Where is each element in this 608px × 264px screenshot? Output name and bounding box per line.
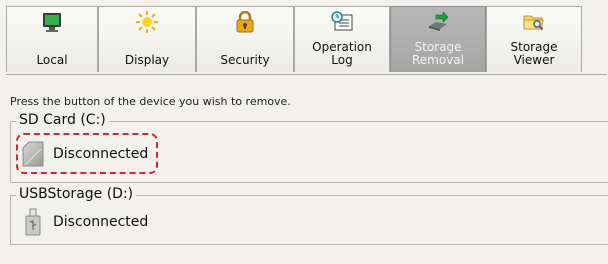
tab-storage-removal[interactable]: Storage Removal (390, 6, 486, 72)
usb-storage-status: Disconnected (53, 214, 149, 230)
tab-local-label: Local (36, 53, 68, 67)
tab-operation-log[interactable]: Operation Log (294, 6, 390, 72)
instruction-text: Press the button of the device you wish … (10, 95, 291, 108)
monitor-icon (43, 13, 61, 32)
sd-card-status: Disconnected (53, 146, 149, 162)
usb-drive-icon (25, 208, 41, 236)
tab-display[interactable]: Display (98, 6, 196, 72)
usb-storage-remove-button[interactable]: Disconnected (22, 208, 148, 236)
tab-storage-viewer-label: Storage Viewer (510, 40, 558, 67)
sd-card-icon (22, 141, 44, 167)
tab-security[interactable]: Security (196, 6, 294, 72)
tab-storage-removal-label: Storage Removal (411, 40, 464, 67)
storage-removal-window: Local Display Security Operation Log Sto… (0, 0, 608, 264)
lock-icon (236, 11, 254, 33)
sun-icon (136, 11, 158, 33)
usb-storage-group-label: USBStorage (D:) (16, 186, 137, 202)
tab-operation-log-label: Operation Log (312, 40, 372, 67)
tab-content-border (6, 74, 607, 75)
tab-display-label: Display (124, 53, 170, 67)
sd-card-group-label: SD Card (C:) (16, 112, 109, 128)
sd-card-remove-button[interactable]: Disconnected (22, 140, 148, 168)
tab-security-label: Security (220, 53, 270, 67)
storage-removal-icon (429, 11, 449, 31)
tab-local[interactable]: Local (6, 6, 98, 72)
tab-storage-viewer[interactable]: Storage Viewer (486, 6, 582, 72)
folder-search-icon (523, 15, 544, 31)
log-clock-icon (331, 11, 353, 31)
